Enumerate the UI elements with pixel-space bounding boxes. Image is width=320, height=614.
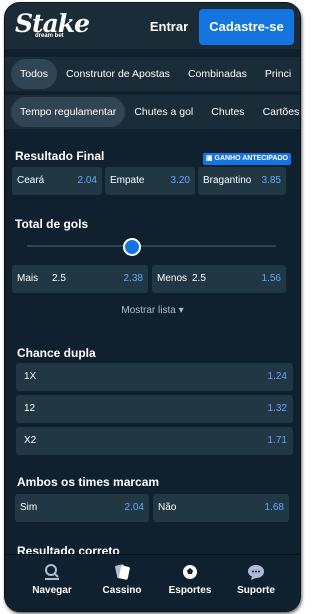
nav-label: Suporte — [237, 585, 275, 596]
odd-label: 1X — [24, 371, 37, 382]
odd-value: 1.71 — [267, 435, 287, 446]
odd-value: 1.56 — [261, 273, 281, 284]
nav-cassino[interactable]: Cassino — [87, 563, 157, 596]
odd-label: Menos — [157, 273, 188, 284]
section-title-resultado-final: Resultado Final — [15, 149, 105, 163]
tab-tempo-regulamentar[interactable]: Tempo regulamentar — [11, 97, 126, 127]
tab-combinadas[interactable]: Combinadas — [179, 59, 256, 89]
odd-value: 1.24 — [267, 371, 287, 382]
odd-under[interactable]: Menos 2.5 1.56 — [152, 265, 286, 293]
odd-home[interactable]: Ceará 2.04 — [12, 167, 102, 195]
tab-chutes[interactable]: Chutes — [202, 97, 253, 127]
odd-yes[interactable]: Sim 2.04 — [15, 494, 149, 522]
login-button[interactable]: Entrar — [139, 13, 199, 41]
section-title-ambos-marcam: Ambos os times marcam — [17, 475, 160, 489]
odd-draw[interactable]: Empate 3.20 — [105, 167, 195, 195]
odd-over[interactable]: Mais 2.5 2.38 — [12, 265, 148, 293]
casino-cards-icon — [115, 564, 130, 580]
odd-value: 2.04 — [77, 175, 97, 186]
gift-icon: ▣ — [205, 155, 213, 162]
phone-frame: Stake dream bet Entrar Cadastre-se Todos… — [4, 2, 301, 612]
odd-12[interactable]: 12 1.32 — [16, 395, 293, 423]
odd-label: Sim — [20, 502, 38, 513]
stake-logo[interactable]: Stake dream bet — [15, 9, 90, 43]
tab-chutes-a-gol[interactable]: Chutes a gol — [125, 97, 202, 127]
odd-label: Bragantino — [203, 175, 251, 186]
odd-value: 2.04 — [124, 502, 144, 513]
odd-label: X2 — [24, 435, 37, 446]
section-title-total-gols: Total de gols — [15, 217, 89, 231]
nav-label: Cassino — [102, 585, 142, 596]
tab-construtor[interactable]: Construtor de Apostas — [57, 59, 179, 89]
early-win-badge-wrap: ▣ GANHO ANTECIPADO — [189, 147, 293, 165]
early-win-badge: ▣ GANHO ANTECIPADO — [202, 153, 291, 165]
odd-label: Empate — [110, 175, 145, 186]
nav-label: Navegar — [32, 585, 72, 596]
chat-bubble-icon — [248, 565, 264, 580]
tab-todos[interactable]: Todos — [11, 59, 58, 89]
early-win-badge-label: GANHO ANTECIPADO — [214, 155, 289, 162]
primary-tabs: Todos Construtor de Apostas Combinadas Prin… — [5, 57, 300, 91]
odd-1x[interactable]: 1X 1.24 — [16, 363, 293, 391]
nav-suporte[interactable]: Suporte — [221, 563, 291, 596]
odd-line: 2.5 — [52, 273, 66, 284]
tab-principais[interactable]: Princi — [256, 59, 300, 89]
odd-value: 1.32 — [267, 403, 287, 414]
browse-icon — [45, 564, 59, 580]
odd-value: 1.68 — [264, 502, 284, 513]
show-list-button[interactable]: Mostrar lista ▾ — [5, 305, 300, 316]
nav-label: Esportes — [168, 585, 212, 596]
odd-x2[interactable]: X2 1.71 — [16, 427, 293, 455]
odd-value: 2.38 — [123, 273, 143, 284]
section-title-chance-dupla: Chance dupla — [17, 346, 96, 360]
odd-label: Mais — [17, 273, 39, 284]
secondary-tabs: Tempo regulamentar Chutes a gol Chutes Cart… — [5, 95, 300, 129]
odd-label: Não — [158, 502, 177, 513]
goals-slider-handle[interactable] — [122, 238, 141, 256]
chevron-down-icon: ▾ — [178, 305, 184, 316]
register-button[interactable]: Cadastre-se — [199, 9, 294, 45]
odd-value: 3.85 — [261, 175, 281, 186]
top-bar: Stake dream bet Entrar Cadastre-se — [5, 3, 300, 49]
odd-away[interactable]: Bragantino 3.85 — [198, 167, 286, 195]
odd-value: 3.20 — [170, 175, 190, 186]
odd-no[interactable]: Não 1.68 — [153, 494, 289, 522]
nav-navegar[interactable]: Navegar — [17, 563, 87, 596]
logo-subtext: dream bet — [35, 33, 64, 39]
goals-slider-track[interactable] — [27, 245, 276, 247]
odd-label: Ceará — [17, 175, 45, 186]
bottom-navigation: Navegar Cassino Esportes Suporte — [5, 554, 300, 611]
main-content[interactable]: Todos Construtor de Apostas Combinadas Prin… — [5, 49, 300, 555]
odd-label: 12 — [24, 403, 36, 414]
show-list-label: Mostrar lista — [121, 305, 176, 316]
sports-ball-icon — [183, 565, 197, 579]
tab-cartoes[interactable]: Cartões — [254, 97, 300, 127]
nav-esportes[interactable]: Esportes — [155, 563, 225, 596]
odd-line: 2.5 — [192, 273, 206, 284]
